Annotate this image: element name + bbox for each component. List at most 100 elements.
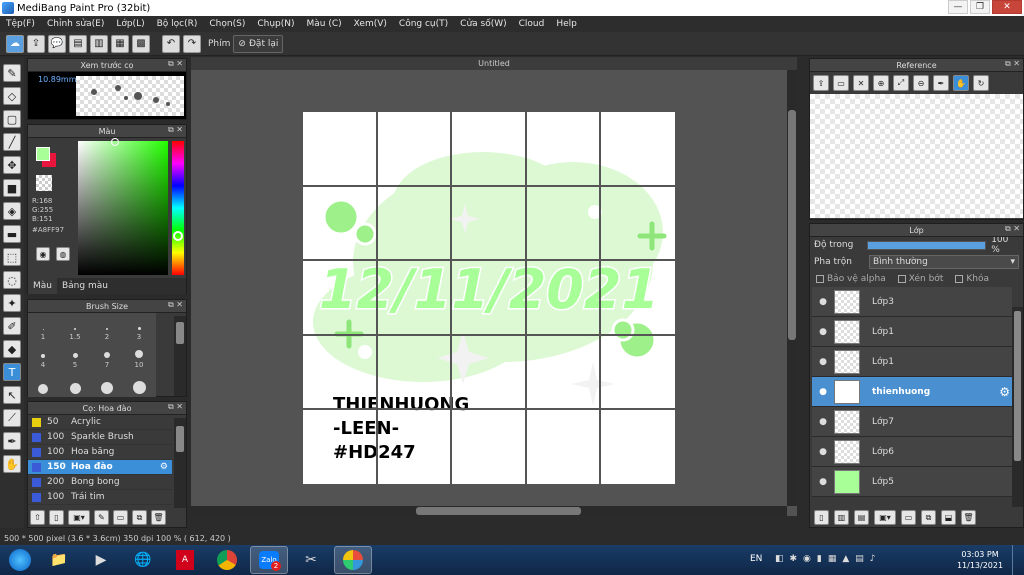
- zoom-out-icon[interactable]: ⊖: [913, 75, 929, 91]
- transparent-swatch[interactable]: [36, 175, 52, 191]
- lasso-tool-icon[interactable]: ◌: [3, 271, 21, 289]
- brush-settings-icon[interactable]: ✎: [94, 510, 109, 525]
- media-player-icon[interactable]: ▶: [82, 546, 120, 574]
- menu-help[interactable]: Help: [550, 19, 583, 29]
- menu-filter[interactable]: Bộ lọc(R): [151, 19, 204, 29]
- divide-tool-icon[interactable]: ⟋: [3, 409, 21, 427]
- document-icon[interactable]: ▥: [90, 34, 108, 53]
- eye-icon[interactable]: ●: [812, 297, 834, 307]
- foreground-swatch[interactable]: [36, 147, 50, 161]
- trash-icon[interactable]: 🗑: [151, 510, 166, 525]
- brush-size-option[interactable]: 10: [124, 343, 154, 369]
- hand-icon[interactable]: ✋: [953, 75, 969, 91]
- folder-icon[interactable]: ▭: [113, 510, 128, 525]
- eye-icon[interactable]: ●: [812, 327, 834, 337]
- panel-controls-icon[interactable]: ⧉ ✕: [168, 402, 183, 412]
- brush-list-scrollbar[interactable]: [174, 418, 186, 508]
- brush-size-option[interactable]: 1: [28, 315, 58, 341]
- panel-controls-icon[interactable]: ⧉ ✕: [1005, 224, 1020, 234]
- menu-window[interactable]: Cửa số(W): [454, 19, 512, 29]
- hand-tool-icon[interactable]: ✋: [3, 455, 21, 473]
- brush-item[interactable]: 50 Acrylic: [28, 415, 172, 430]
- reset-button[interactable]: ⊘ Đặt lại: [233, 34, 284, 53]
- duplicate-icon[interactable]: ⧉: [921, 510, 936, 525]
- brush-item-selected[interactable]: 150 Hoa đào ⚙: [28, 460, 172, 475]
- brush-size-option[interactable]: 3: [124, 315, 154, 341]
- layer-menu-icon[interactable]: ▣▾: [874, 510, 896, 525]
- fill-rect-tool-icon[interactable]: ■: [3, 179, 21, 197]
- merge-down-icon[interactable]: ⬓: [941, 510, 956, 525]
- panel-controls-icon[interactable]: ⧉ ✕: [168, 59, 183, 69]
- undo-icon[interactable]: ↶: [162, 34, 180, 53]
- document-tab[interactable]: Untitled: [191, 57, 797, 70]
- text-tool-icon[interactable]: T: [3, 363, 21, 381]
- opacity-slider[interactable]: [867, 240, 987, 250]
- layer-item[interactable]: ● Lớp3: [812, 287, 1012, 317]
- brush-size-option[interactable]: 1.5: [60, 315, 90, 341]
- zoom-in-icon[interactable]: ⊕: [873, 75, 889, 91]
- brush-size-option[interactable]: [28, 371, 58, 397]
- medibang-icon[interactable]: [334, 546, 372, 574]
- new-layer-icon[interactable]: ▯: [814, 510, 829, 525]
- cloud-icon[interactable]: ☁: [6, 34, 24, 53]
- duplicate-icon[interactable]: ⧉: [132, 510, 147, 525]
- eye-icon[interactable]: ●: [812, 357, 834, 367]
- upload-icon[interactable]: ⇪: [813, 75, 829, 91]
- palette-icon[interactable]: ◉: [36, 247, 50, 261]
- canvas-workspace[interactable]: 12/11/2021 THIENHUONG -LEEN- #HD247: [191, 70, 797, 516]
- tab-color[interactable]: Màu: [28, 278, 57, 294]
- brush-size-option[interactable]: 7: [92, 343, 122, 369]
- clipping-checkbox[interactable]: Xén bớt: [897, 274, 943, 284]
- close-button[interactable]: ✕: [992, 0, 1022, 14]
- upload-icon[interactable]: ⇪: [27, 34, 45, 53]
- new-halftone-layer-icon[interactable]: ▥: [834, 510, 849, 525]
- grid-icon[interactable]: ▩: [132, 34, 150, 53]
- eye-icon[interactable]: ●: [812, 477, 834, 487]
- rotate-icon[interactable]: ↻: [973, 75, 989, 91]
- vertical-scrollbar[interactable]: [787, 70, 797, 506]
- pen-tool-icon[interactable]: ╱: [3, 133, 21, 151]
- layer-item[interactable]: ● Lớp7: [812, 407, 1012, 437]
- close-icon[interactable]: ✕: [853, 75, 869, 91]
- fit-icon[interactable]: ⤢: [893, 75, 909, 91]
- comment-icon[interactable]: 💬: [48, 34, 66, 53]
- palette-add-icon[interactable]: ◍: [56, 247, 70, 261]
- network-icon[interactable]: 🌐: [124, 546, 162, 574]
- hue-slider-handle[interactable]: [173, 231, 183, 241]
- drawing-canvas[interactable]: 12/11/2021 THIENHUONG -LEEN- #HD247: [303, 112, 675, 484]
- menu-file[interactable]: Tệp(F): [0, 19, 41, 29]
- menu-view[interactable]: Xem(V): [348, 19, 393, 29]
- maximize-button[interactable]: ❐: [970, 0, 990, 14]
- select-pen-tool-icon[interactable]: ✐: [3, 317, 21, 335]
- panel-controls-icon[interactable]: ⧉ ✕: [168, 300, 183, 310]
- new-brush-icon[interactable]: ▯: [49, 510, 64, 525]
- pdf-reader-icon[interactable]: A: [166, 546, 204, 574]
- panel-controls-icon[interactable]: ⧉ ✕: [168, 125, 183, 135]
- open-folder-icon[interactable]: ▭: [833, 75, 849, 91]
- eyedropper-icon[interactable]: ✒: [933, 75, 949, 91]
- panel-controls-icon[interactable]: ⧉ ✕: [1005, 59, 1020, 69]
- brush-tool-icon[interactable]: ✎: [3, 64, 21, 82]
- folder-icon[interactable]: ▭: [901, 510, 916, 525]
- eraser-tool-icon[interactable]: ◇: [3, 87, 21, 105]
- protect-alpha-checkbox[interactable]: Bảo vệ alpha: [816, 274, 886, 284]
- lock-checkbox[interactable]: Khóa: [955, 274, 989, 284]
- layer-item[interactable]: ● Lớp5: [812, 467, 1012, 497]
- select-eraser-tool-icon[interactable]: ◆: [3, 340, 21, 358]
- menu-color[interactable]: Màu (C): [301, 19, 348, 29]
- menu-tools[interactable]: Công cụ(T): [393, 19, 454, 29]
- gear-icon[interactable]: ⚙: [160, 462, 168, 472]
- brush-size-option[interactable]: [124, 371, 154, 397]
- clock[interactable]: 03:03 PM 11/13/2021: [954, 549, 1006, 571]
- operation-tool-icon[interactable]: ↖: [3, 386, 21, 404]
- reference-view[interactable]: [810, 94, 1023, 218]
- rectangle-tool-icon[interactable]: ▢: [3, 110, 21, 128]
- horizontal-scrollbar[interactable]: [191, 506, 787, 516]
- saturation-value-picker[interactable]: [78, 138, 168, 275]
- brush-menu-icon[interactable]: ▣▾: [68, 510, 90, 525]
- eye-icon[interactable]: ●: [812, 447, 834, 457]
- magic-wand-tool-icon[interactable]: ✦: [3, 294, 21, 312]
- gear-icon[interactable]: ⚙: [999, 385, 1010, 399]
- tray-icons[interactable]: ◧✱◉▮▦▲▤♪: [775, 554, 882, 564]
- menu-layer[interactable]: Lớp(L): [110, 19, 150, 29]
